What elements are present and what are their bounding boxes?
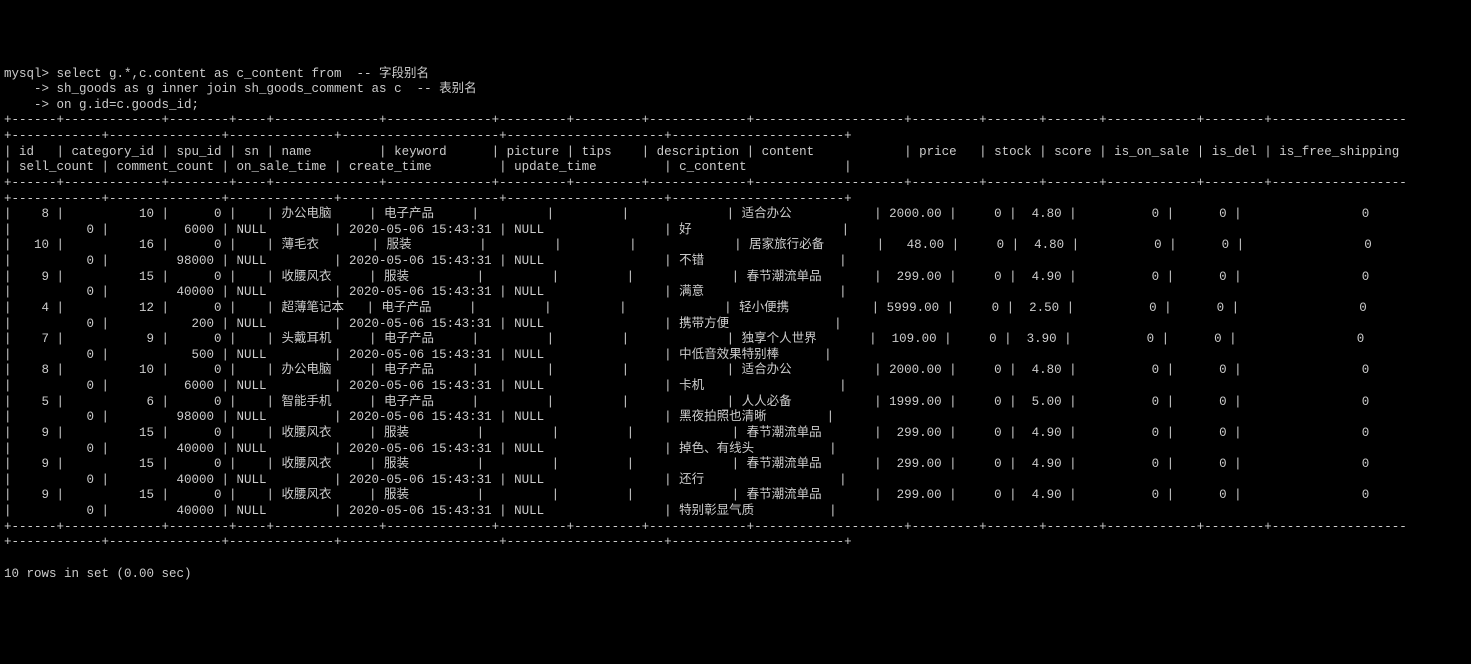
mysql-terminal-output: mysql> select g.*,c.content as c_content… [4,67,1467,583]
